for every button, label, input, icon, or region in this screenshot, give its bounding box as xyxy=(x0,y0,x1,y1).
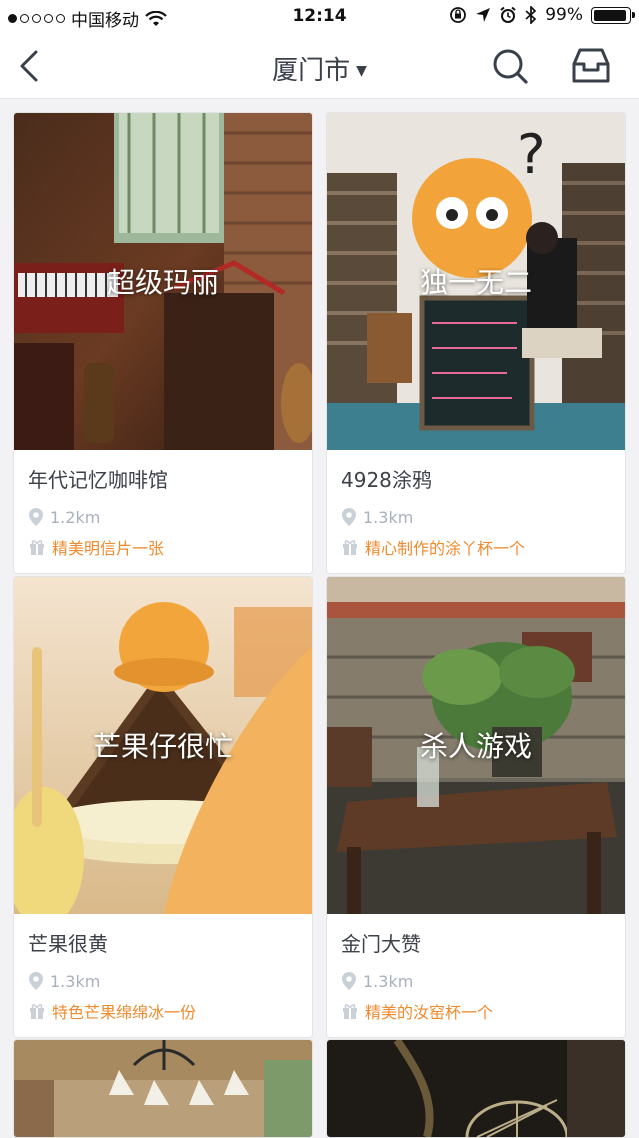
venue-photo: 芒果仔很忙 xyxy=(14,577,312,914)
location-pin-icon xyxy=(29,508,43,526)
gift-text: 特色芒果绵绵冰一份 xyxy=(52,1003,197,1022)
venue-overlay-title: 超级玛丽 xyxy=(106,266,219,299)
city-selector[interactable]: 厦门市 ▼ xyxy=(0,50,639,87)
venue-gift: 精美的汝窑杯一个 xyxy=(341,999,611,1023)
status-bar: 中国移动 12:14 99% xyxy=(0,0,639,34)
venue-photo xyxy=(14,1040,312,1137)
distance-text: 1.3km xyxy=(363,507,414,527)
venue-gift: 特色芒果绵绵冰一份 xyxy=(28,999,298,1023)
venue-card[interactable]: 杀人游戏 金门大赞 1.3km 精美的汝窑杯一个 xyxy=(326,576,626,1038)
distance-text: 1.2km xyxy=(50,507,101,527)
venue-name: 年代记忆咖啡馆 xyxy=(28,468,168,492)
gift-text: 精心制作的涂丫杯一个 xyxy=(365,539,526,558)
gift-icon xyxy=(30,1004,44,1019)
alarm-icon xyxy=(500,6,516,23)
venue-card[interactable] xyxy=(13,1039,313,1138)
venue-distance: 1.3km xyxy=(341,971,611,991)
interior-photo-image xyxy=(14,1040,312,1137)
venue-distance: 1.2km xyxy=(28,507,298,527)
venue-photo: ? 独一无二 xyxy=(327,113,625,450)
venue-gift: 精美明信片一张 xyxy=(28,535,298,559)
distance-text: 1.3km xyxy=(50,971,101,991)
venue-card[interactable]: ? 独一无二 4928涂鸦 1.3km 精心制作的涂丫杯一个 xyxy=(326,112,626,574)
dark-interior-photo-image xyxy=(327,1040,625,1137)
distance-text: 1.3km xyxy=(363,971,414,991)
venue-overlay-title: 杀人游戏 xyxy=(419,730,532,763)
gift-icon xyxy=(343,1004,357,1019)
inbox-icon[interactable] xyxy=(570,46,612,86)
battery-icon xyxy=(591,6,635,24)
venue-overlay-title: 芒果仔很忙 xyxy=(92,730,233,763)
svg-text:?: ? xyxy=(517,123,546,186)
location-pin-icon xyxy=(29,972,43,990)
venue-name: 4928涂鸦 xyxy=(341,468,432,492)
gift-icon xyxy=(30,540,44,555)
location-arrow-icon xyxy=(476,8,491,22)
gift-text: 精美的汝窑杯一个 xyxy=(365,1003,494,1022)
venue-card[interactable]: 超级玛丽 年代记忆咖啡馆 1.2km 精美明信片一张 xyxy=(13,112,313,574)
venue-gift: 精心制作的涂丫杯一个 xyxy=(341,535,611,559)
search-icon[interactable] xyxy=(490,46,530,86)
city-title: 厦门市 xyxy=(272,56,351,86)
status-right: 99% xyxy=(449,5,635,25)
venue-photo: 杀人游戏 xyxy=(327,577,625,914)
venue-card[interactable] xyxy=(326,1039,626,1138)
venue-overlay-title: 独一无二 xyxy=(419,266,532,299)
nav-bar: 厦门市 ▼ xyxy=(0,34,639,99)
location-pin-icon xyxy=(342,972,356,990)
gift-text: 精美明信片一张 xyxy=(52,539,165,558)
venue-card[interactable]: 芒果仔很忙 芒果很黄 1.3km 特色芒果绵绵冰一份 xyxy=(13,576,313,1038)
location-pin-icon xyxy=(342,508,356,526)
venue-name: 金门大赞 xyxy=(341,932,421,956)
gift-icon xyxy=(343,540,357,555)
battery-percent: 99% xyxy=(545,5,583,25)
bluetooth-icon xyxy=(525,6,537,24)
venue-photo xyxy=(327,1040,625,1137)
chevron-down-icon: ▼ xyxy=(356,63,367,79)
venue-distance: 1.3km xyxy=(28,971,298,991)
rotation-lock-icon xyxy=(450,7,467,23)
venue-photo: 超级玛丽 xyxy=(14,113,312,450)
venue-name: 芒果很黄 xyxy=(28,932,108,956)
venue-distance: 1.3km xyxy=(341,507,611,527)
